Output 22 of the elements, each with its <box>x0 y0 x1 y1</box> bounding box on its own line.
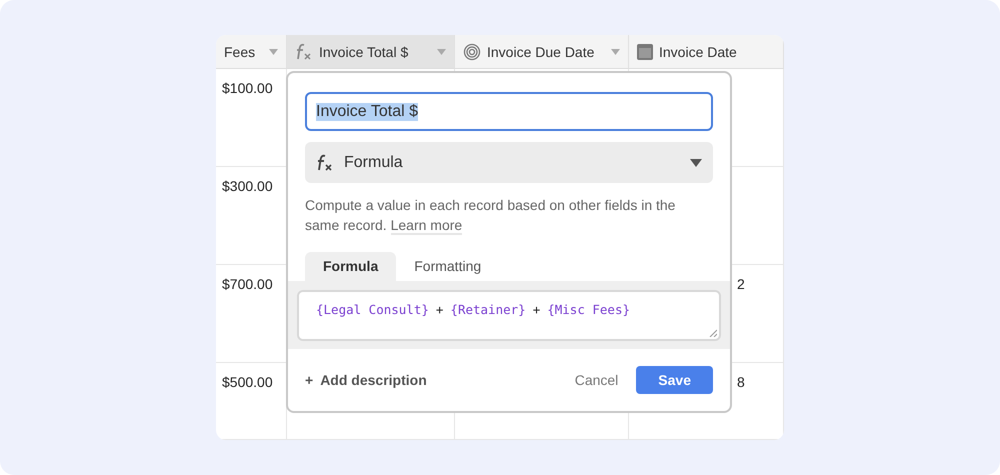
field-type-description: Compute a value in each record based on other fields in the same record. Learn more <box>305 196 676 235</box>
field-name-input[interactable]: Invoice Total $ <box>305 92 713 131</box>
caret-icon <box>437 48 446 54</box>
resize-handle-icon[interactable] <box>709 329 717 337</box>
save-button[interactable]: Save <box>636 366 713 394</box>
field-type-select[interactable]: Formula <box>305 142 713 183</box>
caret-icon <box>611 48 620 54</box>
formula-input[interactable]: {Legal Consult} + {Retainer} + {Misc Fees} <box>297 290 721 341</box>
formula-icon <box>316 154 334 172</box>
column-header[interactable]: Invoice Due Date <box>455 35 629 69</box>
column-header[interactable]: Fees <box>216 35 287 69</box>
editor-tab[interactable]: Formatting <box>396 252 500 281</box>
caret-icon <box>269 48 278 54</box>
spiral-icon <box>463 42 481 60</box>
column-header[interactable]: Invoice Total $ <box>287 35 455 69</box>
add-description-button[interactable]: + Add description <box>305 372 557 388</box>
caret-icon <box>690 158 702 166</box>
column-header[interactable]: Invoice Date <box>629 35 784 69</box>
learn-more-link[interactable]: Learn more <box>390 217 462 235</box>
editor-tab[interactable]: Formula <box>305 252 396 281</box>
cancel-button[interactable]: Cancel <box>566 372 626 388</box>
formula-icon <box>295 42 313 60</box>
